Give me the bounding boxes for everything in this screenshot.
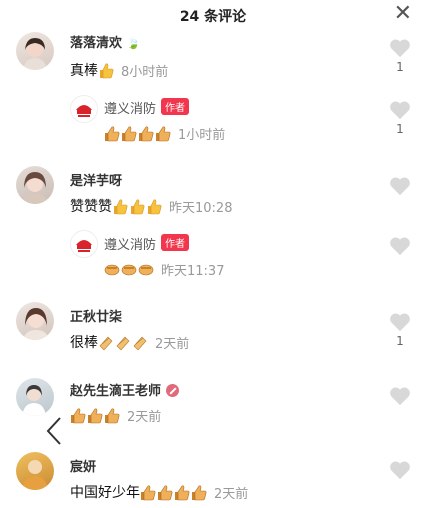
heart-icon xyxy=(390,313,410,332)
author-badge: 作者 xyxy=(161,98,190,115)
reply-author[interactable]: 遵义消防 作者 xyxy=(104,98,190,117)
heart-icon xyxy=(390,461,410,480)
comment-text: 中国好少年 2天前 xyxy=(70,484,249,502)
thumbs-up-emoji xyxy=(138,125,154,142)
thumbs-up-emoji xyxy=(140,484,156,501)
comment-text: 真棒 8小时前 xyxy=(70,62,169,80)
comment-author[interactable]: 是洋芋呀 xyxy=(70,170,122,189)
like-button[interactable] xyxy=(386,176,414,196)
reply-text: 1小时前 xyxy=(104,124,225,143)
thumbs-up-emoji xyxy=(146,198,162,215)
thumbs-up-emoji xyxy=(87,407,103,424)
clapping-emoji xyxy=(121,261,137,278)
avatar[interactable] xyxy=(16,166,54,204)
close-icon[interactable]: ✕ xyxy=(394,2,412,26)
back-arrow-icon[interactable] xyxy=(44,416,64,446)
heart-icon xyxy=(390,387,410,406)
clapping-emoji xyxy=(98,334,114,351)
thumbs-up-emoji xyxy=(104,125,120,142)
comment-count-title: 24 条评论 xyxy=(179,9,247,25)
avatar[interactable] xyxy=(70,95,98,123)
thumbs-up-emoji xyxy=(191,484,207,501)
like-button[interactable] xyxy=(386,460,414,480)
avatar[interactable] xyxy=(16,302,54,340)
comment-text: 赞赞赞 昨天10:28 xyxy=(70,198,233,216)
clapping-emoji xyxy=(104,261,120,278)
thumbs-up-emoji xyxy=(70,407,86,424)
like-button[interactable]: 1 xyxy=(386,100,414,136)
like-button[interactable]: 1 xyxy=(386,312,414,348)
clapping-emoji xyxy=(138,261,154,278)
clapping-emoji xyxy=(115,334,131,351)
comment-author[interactable]: 赵先生滴王老师 xyxy=(70,380,179,399)
like-button[interactable] xyxy=(386,386,414,406)
author-badge: 作者 xyxy=(161,234,190,251)
heart-icon xyxy=(390,237,410,256)
leaf-icon: 🍃 xyxy=(126,37,141,50)
thumbs-up-emoji xyxy=(129,198,145,215)
comment-author[interactable]: 正秋廿柒 xyxy=(70,306,122,325)
heart-icon xyxy=(390,39,410,58)
thumbs-up-emoji xyxy=(112,198,128,215)
comment-text: 很棒 2天前 xyxy=(70,334,190,352)
heart-icon xyxy=(390,177,410,196)
avatar[interactable] xyxy=(16,452,54,490)
thumbs-up-emoji xyxy=(121,125,137,142)
like-count: 1 xyxy=(396,60,404,74)
thumbs-up-emoji xyxy=(98,62,114,79)
avatar[interactable] xyxy=(16,32,54,70)
lipstick-icon xyxy=(165,384,179,397)
comment-text: 2天前 xyxy=(70,406,161,425)
like-button[interactable]: 1 xyxy=(386,38,414,74)
reply-author[interactable]: 遵义消防 作者 xyxy=(104,234,190,253)
thumbs-up-emoji xyxy=(157,484,173,501)
comments-header: 24 条评论 ✕ xyxy=(0,0,426,30)
reply-text: 昨天11:37 xyxy=(104,260,224,279)
like-count: 1 xyxy=(396,122,404,136)
comment-author[interactable]: 宸妍 xyxy=(70,456,96,475)
comment-author[interactable]: 落落清欢 🍃 xyxy=(70,32,140,51)
heart-icon xyxy=(390,101,410,120)
like-count: 1 xyxy=(396,334,404,348)
like-button[interactable] xyxy=(386,236,414,256)
thumbs-up-emoji xyxy=(104,407,120,424)
clapping-emoji xyxy=(132,334,148,351)
thumbs-up-emoji xyxy=(155,125,171,142)
thumbs-up-emoji xyxy=(174,484,190,501)
avatar[interactable] xyxy=(16,378,54,416)
avatar[interactable] xyxy=(70,230,98,258)
